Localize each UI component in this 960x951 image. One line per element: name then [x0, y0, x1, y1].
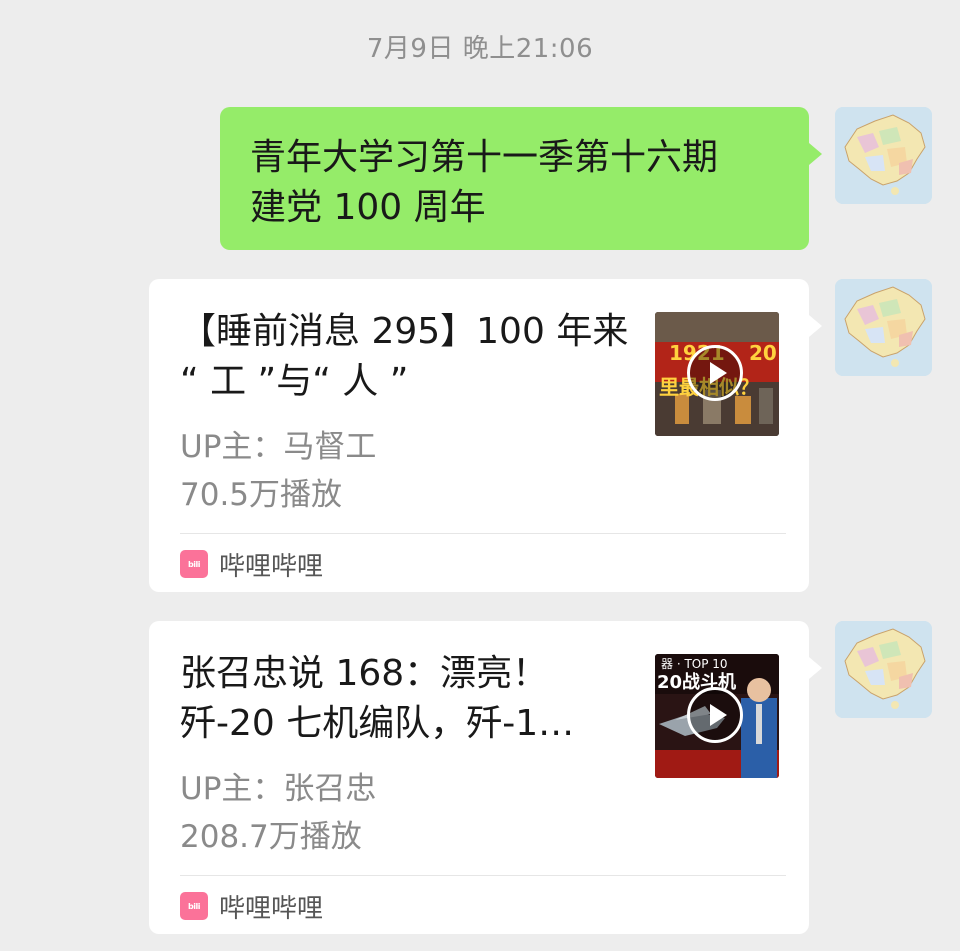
video-share-card[interactable]: 张召忠说 168：漂亮！ 歼-20 七机编队，歼-1… 器 · TOP 10 2…: [149, 621, 809, 934]
card-title: 张召忠说 168：漂亮！ 歼-20 七机编队，歼-1…: [180, 649, 640, 749]
divider: [180, 533, 786, 534]
divider: [180, 875, 786, 876]
thumb-caption: 20: [749, 341, 777, 365]
video-share-card[interactable]: 【睡前消息 295】100 年来 “ 工 ”与“ 人 ” 1921 20 里最相…: [149, 279, 809, 592]
card-title-line: 歼-20 七机编队，歼-1…: [180, 703, 575, 744]
message-timestamp: 7月9日 晚上21:06: [366, 34, 594, 64]
sent-text-message[interactable]: 青年大学习第十一季第十六期 建党 100 周年: [220, 107, 809, 250]
china-map-avatar-icon[interactable]: [835, 279, 932, 376]
card-source: bili 哔哩哔哩: [180, 549, 323, 582]
thumb-caption: 器 · TOP 10: [661, 657, 728, 671]
card-title-line: “ 工 ”与“ 人 ”: [180, 361, 409, 402]
china-map-avatar-icon[interactable]: [835, 107, 932, 204]
bubble-tail: [809, 657, 822, 679]
play-icon[interactable]: [687, 687, 743, 743]
video-thumbnail[interactable]: 器 · TOP 10 20战斗机: [655, 654, 779, 778]
message-line: 建党 100 周年: [250, 187, 486, 228]
video-thumbnail[interactable]: 1921 20 里最相似？: [655, 312, 779, 436]
bubble-tail: [809, 143, 822, 165]
card-title-line: 【睡前消息 295】100 年来: [180, 311, 629, 352]
china-map-avatar-icon[interactable]: [835, 621, 932, 718]
message-line: 青年大学习第十一季第十六期: [250, 137, 719, 178]
card-source: bili 哔哩哔哩: [180, 891, 323, 924]
chat-view: 7月9日 晚上21:06 青年大学习第十一季第十六期 建党 100 周年 【睡前…: [0, 0, 960, 951]
source-label: 哔哩哔哩: [219, 893, 324, 924]
bilibili-icon: bili: [180, 550, 208, 578]
card-play-count: 70.5万播放: [180, 477, 343, 513]
bubble-tail: [809, 315, 822, 337]
card-uploader: UP主：马督工: [180, 429, 377, 465]
card-title: 【睡前消息 295】100 年来 “ 工 ”与“ 人 ”: [180, 307, 640, 407]
card-uploader: UP主：张召忠: [180, 771, 377, 807]
source-label: 哔哩哔哩: [219, 551, 324, 582]
card-title-line: 张召忠说 168：漂亮！: [180, 653, 549, 694]
card-play-count: 208.7万播放: [180, 819, 362, 855]
play-icon[interactable]: [687, 345, 743, 401]
bilibili-icon: bili: [180, 892, 208, 920]
